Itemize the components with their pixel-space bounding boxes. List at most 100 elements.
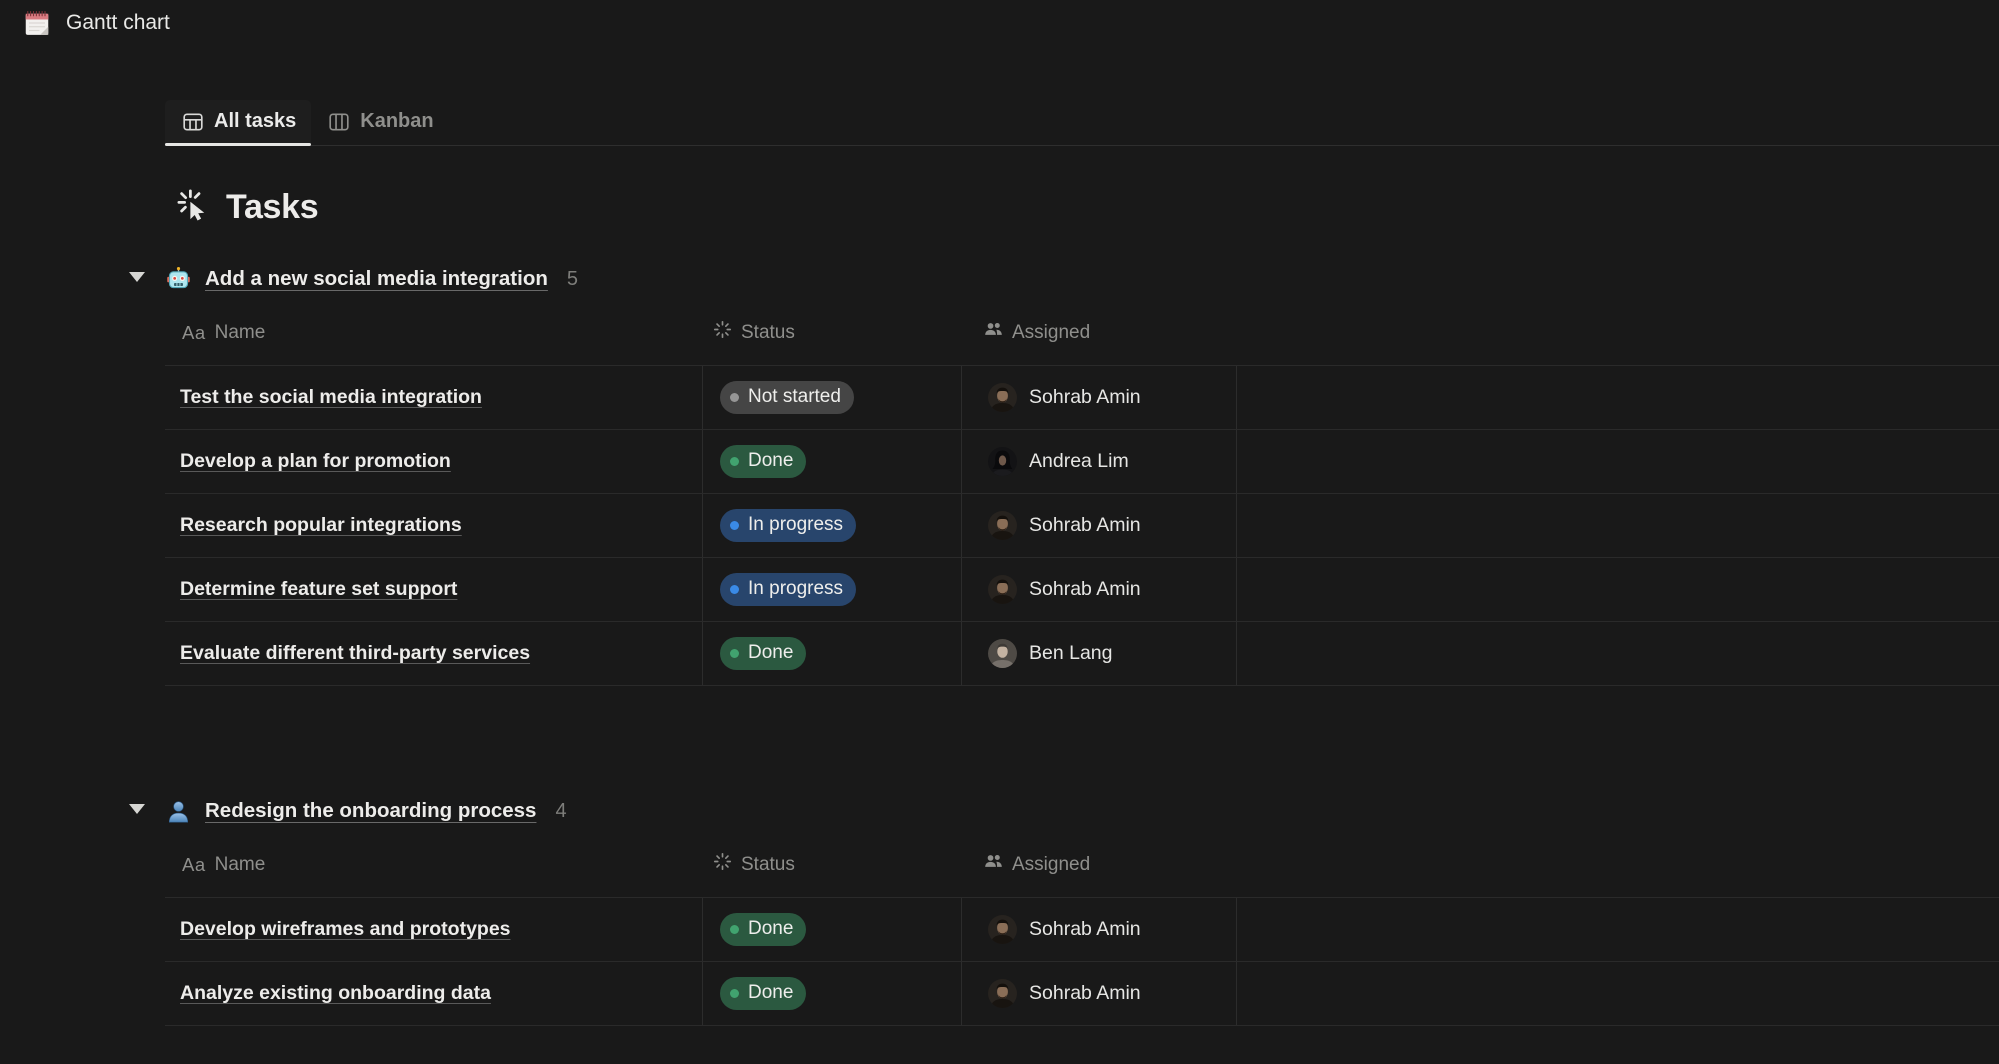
tasks-table: Aa Name <box>165 832 1999 1026</box>
column-label: Status <box>741 322 795 344</box>
assigned-cell[interactable]: Andrea Lim <box>962 430 1237 493</box>
task-name-cell[interactable]: Develop wireframes and prototypes <box>165 898 703 961</box>
status-label: Done <box>748 918 793 940</box>
board-view-icon <box>328 111 350 133</box>
collapse-toggle-icon[interactable] <box>129 804 145 814</box>
status-burst-icon <box>713 320 732 345</box>
status-cell[interactable]: Not started <box>703 366 962 429</box>
task-name[interactable]: Research popular integrations <box>180 514 462 537</box>
group-count: 4 <box>555 800 566 823</box>
status-badge[interactable]: Done <box>720 913 806 946</box>
status-cell[interactable]: In progress <box>703 494 962 557</box>
task-name-cell[interactable]: Evaluate different third-party services <box>165 622 703 685</box>
task-name[interactable]: Develop wireframes and prototypes <box>180 918 511 941</box>
table-row: Research popular integrations In progres… <box>165 494 1999 558</box>
assignee-name: Sohrab Amin <box>1029 578 1141 601</box>
text-type-icon: Aa <box>182 854 206 876</box>
status-badge[interactable]: Done <box>720 445 806 478</box>
page-title[interactable]: Tasks <box>226 184 318 230</box>
status-dot-icon <box>730 585 739 594</box>
database-title-row: Tasks <box>165 184 1999 230</box>
table-header-row: Aa Name <box>165 832 1999 898</box>
robot-icon <box>165 266 192 293</box>
status-dot-icon <box>730 649 739 658</box>
column-header-name[interactable]: Aa Name <box>165 322 703 344</box>
status-badge[interactable]: In progress <box>720 573 856 606</box>
tab-all-tasks[interactable]: All tasks <box>165 100 311 145</box>
task-name-cell[interactable]: Determine feature set support <box>165 558 703 621</box>
task-name-cell[interactable]: Research popular integrations <box>165 494 703 557</box>
group-count: 5 <box>567 268 578 291</box>
column-header-assigned[interactable]: Assigned <box>962 852 1237 877</box>
assigned-cell[interactable]: Ben Lang <box>962 622 1237 685</box>
group-title[interactable]: Redesign the onboarding process <box>205 799 536 823</box>
task-name-cell[interactable]: Analyze existing onboarding data <box>165 962 703 1025</box>
empty-cell <box>1237 494 1999 557</box>
task-name[interactable]: Develop a plan for promotion <box>180 450 451 473</box>
column-header-assigned[interactable]: Assigned <box>962 320 1237 345</box>
assignee-name: Ben Lang <box>1029 642 1113 665</box>
status-cell[interactable]: Done <box>703 962 962 1025</box>
status-cell[interactable]: Done <box>703 898 962 961</box>
task-name[interactable]: Determine feature set support <box>180 578 457 601</box>
person-silhouette-icon <box>165 798 192 825</box>
status-badge[interactable]: Not started <box>720 381 854 414</box>
assigned-cell[interactable]: Sohrab Amin <box>962 366 1237 429</box>
task-group-social-media: Add a new social media integration 5 Aa … <box>165 258 1999 686</box>
status-dot-icon <box>730 925 739 934</box>
status-dot-icon <box>730 393 739 402</box>
status-label: Done <box>748 982 793 1004</box>
assignee-name: Sohrab Amin <box>1029 982 1141 1005</box>
spiral-notepad-icon <box>22 8 52 38</box>
column-header-status[interactable]: Status <box>703 852 962 877</box>
empty-cell <box>1237 366 1999 429</box>
group-header: Add a new social media integration 5 <box>165 258 1999 300</box>
collapse-toggle-icon[interactable] <box>129 272 145 282</box>
notion-page: Gantt chart All tasks <box>0 0 1999 1064</box>
group-title[interactable]: Add a new social media integration <box>205 267 548 291</box>
task-name[interactable]: Analyze existing onboarding data <box>180 982 491 1005</box>
table-header-row: Aa Name <box>165 300 1999 366</box>
task-name-cell[interactable]: Develop a plan for promotion <box>165 430 703 493</box>
breadcrumb[interactable]: Gantt chart <box>22 8 170 38</box>
status-badge[interactable]: In progress <box>720 509 856 542</box>
page-breadcrumb-title[interactable]: Gantt chart <box>66 11 170 35</box>
task-name[interactable]: Evaluate different third-party services <box>180 642 530 665</box>
assigned-cell[interactable]: Sohrab Amin <box>962 494 1237 557</box>
empty-cell <box>1237 962 1999 1025</box>
empty-cell <box>1237 622 1999 685</box>
assigned-cell[interactable]: Sohrab Amin <box>962 898 1237 961</box>
task-name-cell[interactable]: Test the social media integration <box>165 366 703 429</box>
status-dot-icon <box>730 457 739 466</box>
assigned-cell[interactable]: Sohrab Amin <box>962 962 1237 1025</box>
column-header-name[interactable]: Aa Name <box>165 854 703 876</box>
status-label: In progress <box>748 578 843 600</box>
column-label: Status <box>741 854 795 876</box>
avatar <box>988 447 1017 476</box>
column-label: Name <box>215 322 266 344</box>
table-view-icon <box>182 111 204 133</box>
status-badge[interactable]: Done <box>720 977 806 1010</box>
status-label: Done <box>748 450 793 472</box>
task-group-onboarding: Redesign the onboarding process 4 Aa Nam… <box>165 790 1999 1026</box>
people-icon <box>984 320 1003 345</box>
status-dot-icon <box>730 989 739 998</box>
status-badge[interactable]: Done <box>720 637 806 670</box>
status-dot-icon <box>730 521 739 530</box>
avatar <box>988 639 1017 668</box>
status-cell[interactable]: Done <box>703 430 962 493</box>
tab-kanban[interactable]: Kanban <box>311 100 448 145</box>
avatar <box>988 575 1017 604</box>
assignee-name: Sohrab Amin <box>1029 386 1141 409</box>
assigned-cell[interactable]: Sohrab Amin <box>962 558 1237 621</box>
table-row: Develop wireframes and prototypes Done S… <box>165 898 1999 962</box>
avatar <box>988 979 1017 1008</box>
assignee-name: Sohrab Amin <box>1029 918 1141 941</box>
task-name[interactable]: Test the social media integration <box>180 386 482 409</box>
status-cell[interactable]: In progress <box>703 558 962 621</box>
cursor-click-icon <box>176 188 210 227</box>
group-header: Redesign the onboarding process 4 <box>165 790 1999 832</box>
status-cell[interactable]: Done <box>703 622 962 685</box>
page-body: Tasks <box>165 146 1999 1026</box>
column-header-status[interactable]: Status <box>703 320 962 345</box>
